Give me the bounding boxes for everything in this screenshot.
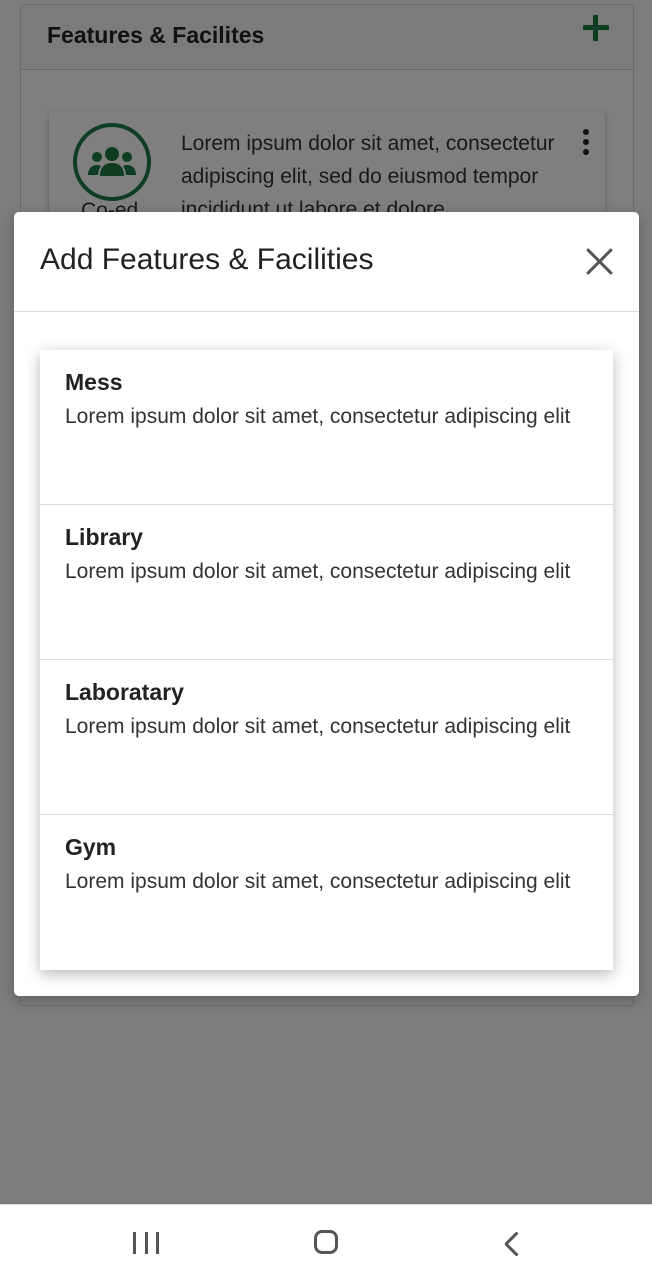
recents-icon[interactable]: [133, 1232, 159, 1254]
home-icon[interactable]: [314, 1230, 338, 1254]
system-nav-bar: [0, 1204, 652, 1281]
option-title: Laboratary: [65, 679, 184, 705]
dialog-header: Add Features & Facilities: [14, 212, 639, 312]
option-item-library[interactable]: Library Lorem ipsum dolor sit amet, cons…: [40, 505, 613, 660]
back-icon[interactable]: [500, 1229, 524, 1257]
facility-options-list: Mess Lorem ipsum dolor sit amet, consect…: [40, 350, 613, 970]
option-title: Library: [65, 524, 143, 550]
option-item-laboratary[interactable]: Laboratary Lorem ipsum dolor sit amet, c…: [40, 660, 613, 815]
close-icon[interactable]: [581, 242, 619, 280]
dialog-title: Add Features & Facilities: [40, 243, 374, 276]
option-item-gym[interactable]: Gym Lorem ipsum dolor sit amet, consecte…: [40, 815, 613, 970]
option-description: Lorem ipsum dolor sit amet, consectetur …: [65, 560, 571, 583]
option-item-mess[interactable]: Mess Lorem ipsum dolor sit amet, consect…: [40, 350, 613, 505]
option-description: Lorem ipsum dolor sit amet, consectetur …: [65, 715, 571, 738]
option-title: Gym: [65, 834, 117, 860]
option-description: Lorem ipsum dolor sit amet, consectetur …: [65, 405, 571, 428]
option-description: Lorem ipsum dolor sit amet, consectetur …: [65, 870, 571, 893]
add-features-dialog: Add Features & Facilities Mess Lorem ips…: [14, 212, 639, 996]
option-title: Mess: [65, 369, 123, 395]
